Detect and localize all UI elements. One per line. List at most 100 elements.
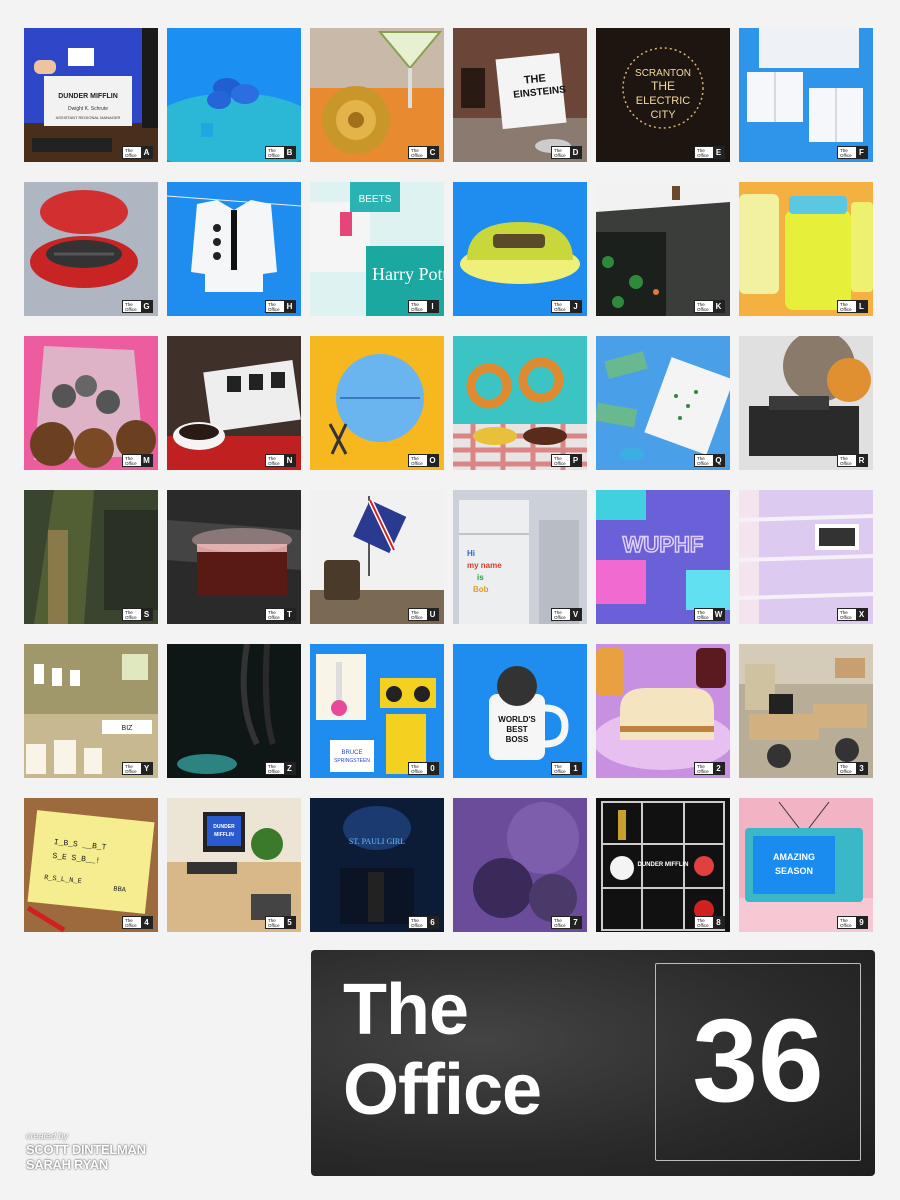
svg-text:Dwight K. Schrute: Dwight K. Schrute bbox=[68, 106, 108, 112]
tile-badge: The Office 0 bbox=[408, 762, 439, 775]
svg-text:DUNDER MIFFLIN: DUNDER MIFFLIN bbox=[638, 862, 689, 868]
tile-f[interactable]: The Office F bbox=[739, 28, 873, 162]
tile-e[interactable]: SCRANTON THE ELECTRIC CITY The Office E bbox=[596, 28, 730, 162]
tile-badge: The Office 5 bbox=[265, 916, 296, 929]
count-number: 36 bbox=[692, 995, 824, 1127]
tile-z[interactable]: The Office Z bbox=[167, 644, 301, 778]
tile-n[interactable]: The Office N bbox=[167, 336, 301, 470]
peanut-butter-sandwich-icon bbox=[596, 644, 730, 778]
tile-8[interactable]: DUNDER MIFFLIN The Office 8 bbox=[596, 798, 730, 932]
tile-k[interactable]: The Office K bbox=[596, 182, 730, 316]
poster-grid: DUNDER MIFFLIN Dwight K. Schrute ASSISTA… bbox=[24, 28, 876, 932]
pretzel-bag-cookies-icon bbox=[24, 336, 158, 470]
tile-badge: The Office 4 bbox=[122, 916, 153, 929]
tile-badge: The Office J bbox=[551, 300, 582, 313]
tile-a[interactable]: DUNDER MIFFLIN Dwight K. Schrute ASSISTA… bbox=[24, 28, 158, 162]
svg-text:AMAZING: AMAZING bbox=[773, 852, 815, 862]
tile-h[interactable]: The Office H bbox=[167, 182, 301, 316]
tile-badge: The Office R bbox=[837, 454, 868, 467]
tile-t[interactable]: The Office T bbox=[167, 490, 301, 624]
tile-r[interactable]: The Office R bbox=[739, 336, 873, 470]
tile-y[interactable]: BIZ The Office Y bbox=[24, 644, 158, 778]
tile-p[interactable]: The Office P bbox=[453, 336, 587, 470]
tile-m[interactable]: The Office M bbox=[24, 336, 158, 470]
svg-text:BRUCE: BRUCE bbox=[341, 750, 362, 756]
credit-name-1: SCOTT DINTELMAN bbox=[26, 1142, 146, 1157]
tile-badge: The Office 1 bbox=[551, 762, 582, 775]
tile-badge: The Office U bbox=[408, 608, 439, 621]
svg-text:SEASON: SEASON bbox=[775, 866, 813, 876]
neon-wuphf-icon: WUPHF bbox=[596, 490, 730, 624]
sushi-plate-icon bbox=[167, 336, 301, 470]
tile-5[interactable]: DUNDER MIFFLIN The Office 5 bbox=[167, 798, 301, 932]
shirt-on-clothesline-icon bbox=[167, 182, 301, 316]
tile-1[interactable]: WORLD'S BEST BOSS The Office 1 bbox=[453, 644, 587, 778]
harry-potter-book-beets-icon: BEETS Harry Pott bbox=[310, 182, 444, 316]
tile-3[interactable]: The Office 3 bbox=[739, 644, 873, 778]
tile-4[interactable]: I_B_S __B_T S_E S_B__! R_S_L_N_E BBA The… bbox=[24, 798, 158, 932]
candles-icon: BIZ bbox=[24, 644, 158, 778]
blinds-pictures-icon bbox=[739, 490, 873, 624]
the-einsteins-sign-icon: THE EINSTEINS bbox=[453, 28, 587, 162]
tile-s[interactable]: The Office S bbox=[24, 490, 158, 624]
tile-badge: The Office F bbox=[837, 146, 868, 159]
credits: created by SCOTT DINTELMAN SARAH RYAN bbox=[26, 1130, 146, 1172]
tile-j[interactable]: The Office J bbox=[453, 182, 587, 316]
tile-b[interactable]: The Office B bbox=[167, 28, 301, 162]
tile-v[interactable]: Hi my name is Bob The Office V bbox=[453, 490, 587, 624]
tile-7[interactable]: The Office 7 bbox=[453, 798, 587, 932]
tile-badge: The Office V bbox=[551, 608, 582, 621]
tile-l[interactable]: The Office L bbox=[739, 182, 873, 316]
svg-text:Hi: Hi bbox=[467, 549, 475, 558]
credit-name-2: SARAH RYAN bbox=[26, 1157, 108, 1172]
tile-u[interactable]: The Office U bbox=[310, 490, 444, 624]
tile-6[interactable]: ST. PAULI GIRL The Office 6 bbox=[310, 798, 444, 932]
svg-text:SCRANTON: SCRANTON bbox=[635, 68, 691, 79]
svg-text:my name: my name bbox=[467, 561, 502, 570]
svg-text:ASSISTANT REGIONAL MANAGER: ASSISTANT REGIONAL MANAGER bbox=[56, 115, 121, 120]
svg-text:Bob: Bob bbox=[473, 585, 489, 594]
tile-9[interactable]: AMAZING SEASON The Office 9 bbox=[739, 798, 873, 932]
wrapped-boxes-icon bbox=[739, 28, 873, 162]
tile-badge: The Office M bbox=[122, 454, 153, 467]
yellow-notepad-icon: I_B_S __B_T S_E S_B__! R_S_L_N_E BBA bbox=[24, 798, 158, 932]
tile-g[interactable]: The Office G bbox=[24, 182, 158, 316]
tile-badge: The Office E bbox=[694, 146, 725, 159]
amazing-season-tv-icon: AMAZING SEASON bbox=[739, 798, 873, 932]
tile-q[interactable]: The Office Q bbox=[596, 336, 730, 470]
st-pauli-girl-sign-icon: ST. PAULI GIRL bbox=[310, 798, 444, 932]
tile-badge: The Office W bbox=[694, 608, 725, 621]
tile-d[interactable]: THE EINSTEINS The Office D bbox=[453, 28, 587, 162]
tile-c[interactable]: The Office C bbox=[310, 28, 444, 162]
tile-w[interactable]: WUPHF The Office W bbox=[596, 490, 730, 624]
tile-badge: The Office T bbox=[265, 608, 296, 621]
svg-text:SPRINGSTEEN: SPRINGSTEEN bbox=[334, 758, 370, 764]
glowing-chest-icon bbox=[167, 490, 301, 624]
tile-badge: The Office 3 bbox=[837, 762, 868, 775]
tile-badge: The Office B bbox=[265, 146, 296, 159]
dark-spotlight-pedestal-icon bbox=[24, 490, 158, 624]
svg-text:THE: THE bbox=[651, 79, 675, 93]
tile-badge: The Office X bbox=[837, 608, 868, 621]
credits-label: created by bbox=[26, 1131, 69, 1141]
tile-x[interactable]: The Office X bbox=[739, 490, 873, 624]
thermometer-boombox-icon: BRUCE SPRINGSTEEN bbox=[310, 644, 444, 778]
tile-badge: The Office 8 bbox=[694, 916, 725, 929]
tile-badge: The Office A bbox=[122, 146, 153, 159]
svg-text:BEST: BEST bbox=[506, 725, 527, 734]
svg-text:BIZ: BIZ bbox=[122, 725, 134, 732]
tile-badge: The Office Q bbox=[694, 454, 725, 467]
svg-text:ST. PAULI GIRL: ST. PAULI GIRL bbox=[349, 837, 405, 846]
svg-text:CITY: CITY bbox=[650, 109, 676, 121]
tile-o[interactable]: The Office O bbox=[310, 336, 444, 470]
tile-i[interactable]: BEETS Harry Pott The Office I bbox=[310, 182, 444, 316]
tile-badge: The Office Y bbox=[122, 762, 153, 775]
office-desks-icon bbox=[739, 644, 873, 778]
count-box: 36 bbox=[655, 963, 861, 1161]
mayonnaise-jars-icon bbox=[739, 182, 873, 316]
tile-2[interactable]: The Office 2 bbox=[596, 644, 730, 778]
tile-badge: The Office 7 bbox=[551, 916, 582, 929]
svg-text:THE: THE bbox=[523, 72, 546, 86]
tile-0[interactable]: BRUCE SPRINGSTEEN The Office 0 bbox=[310, 644, 444, 778]
tile-badge: The Office O bbox=[408, 454, 439, 467]
